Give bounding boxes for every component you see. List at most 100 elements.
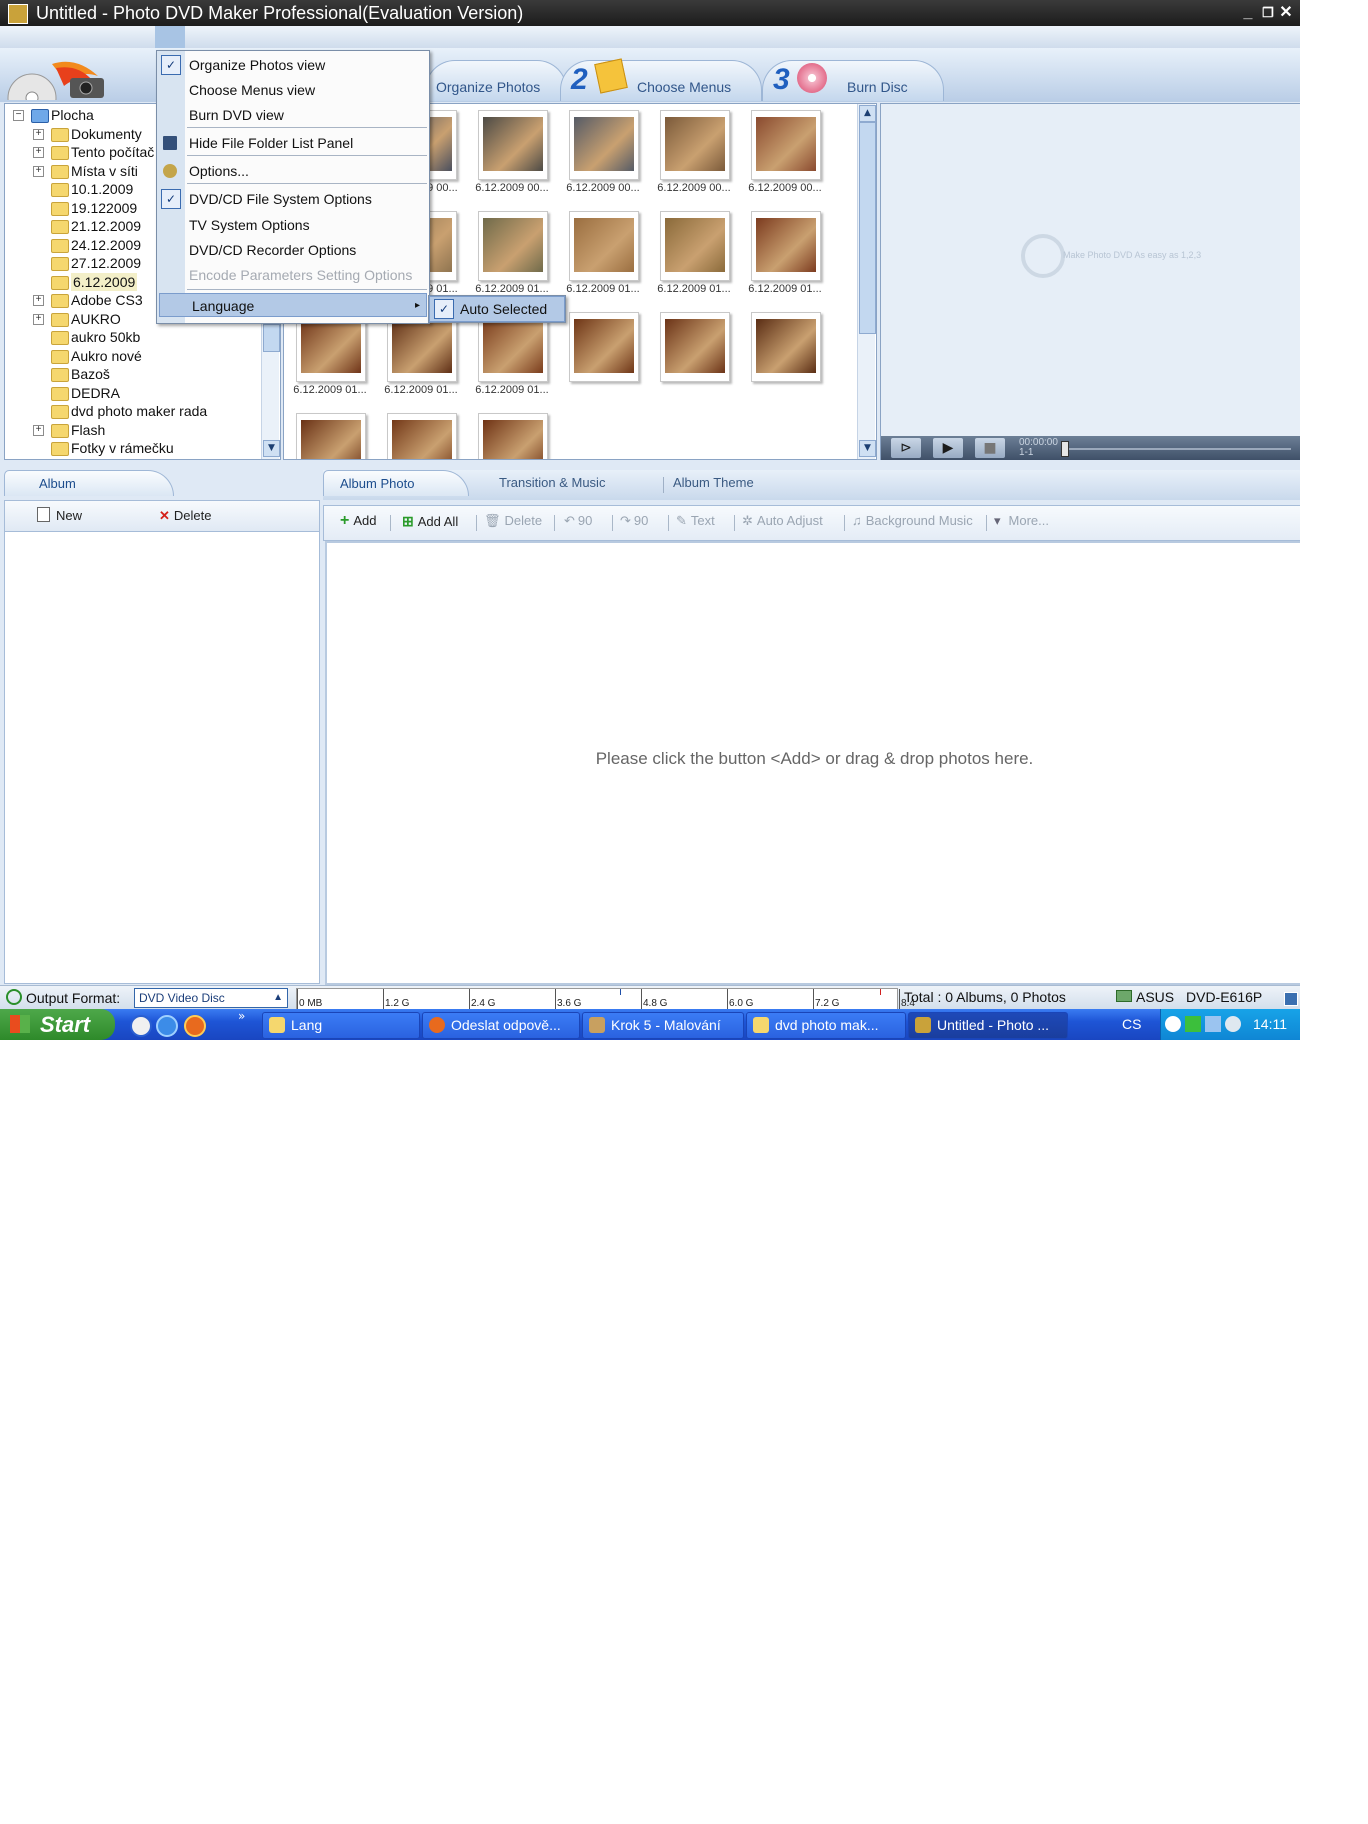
seek-knob[interactable] <box>1061 441 1069 457</box>
rotate-right-button[interactable]: ↷ 90 <box>620 506 648 536</box>
photo-thumbnail[interactable]: 6.12.2009 01... <box>652 207 736 303</box>
step-organize-photos[interactable]: Organize Photos <box>425 60 567 101</box>
step-burn-disc[interactable]: 3 Burn Disc <box>762 60 944 101</box>
tree-node[interactable]: DEDRA <box>5 384 257 402</box>
output-format-select[interactable]: DVD Video Disc ▲ <box>134 988 288 1008</box>
task-photo-dvd-maker[interactable]: Untitled - Photo ... <box>908 1012 1068 1039</box>
tab-album-theme[interactable]: Album Theme <box>673 470 754 496</box>
tab-album[interactable]: Album <box>4 470 174 496</box>
menu-item-tv-system-options[interactable]: TV System Options <box>157 213 429 237</box>
photo-thumbnail[interactable] <box>288 409 372 459</box>
menu-item-language[interactable]: Language ▸ <box>159 293 427 317</box>
tray-arrow-icon[interactable] <box>1165 1016 1181 1032</box>
album-delete-button[interactable]: ✕ Delete <box>159 501 211 531</box>
tray-shield-icon[interactable] <box>1185 1016 1201 1032</box>
chevron-down-icon: ▾ <box>994 513 1001 528</box>
thumbs-scrollbar[interactable]: ▲ ▼ <box>857 104 876 459</box>
tree-node[interactable]: Bazoš <box>5 365 257 383</box>
album-new-button[interactable]: New <box>37 501 82 531</box>
background-music-button[interactable]: ♫ Background Music <box>852 506 973 536</box>
tree-node[interactable]: dvd photo maker rada <box>5 402 257 420</box>
photo-thumbnail[interactable]: 6.12.2009 00... <box>652 106 736 202</box>
menu-item-choose-menus-view[interactable]: Choose Menus view <box>157 78 429 102</box>
photo-thumbnail[interactable] <box>379 409 463 459</box>
photo-drop-zone[interactable]: Please click the button <Add> or drag & … <box>325 541 1300 985</box>
dropdown-arrow-icon: ▲ <box>273 992 283 1003</box>
quicklaunch-media-icon[interactable] <box>130 1015 152 1037</box>
menu-item-dvd-cd-file-system-options[interactable]: ✓ DVD/CD File System Options <box>157 187 429 211</box>
play-from-start-icon[interactable]: ⊳ <box>891 438 921 458</box>
music-note-icon: ♫ <box>852 513 862 528</box>
add-all-button[interactable]: ⊞ Add All <box>402 506 458 536</box>
expand-toggle-icon[interactable]: + <box>33 165 44 177</box>
task-dvd-folder[interactable]: dvd photo mak... <box>746 1012 906 1039</box>
photo-thumbnail[interactable]: 6.12.2009 00... <box>561 106 645 202</box>
photo-thumbnail[interactable] <box>561 308 645 404</box>
expand-toggle-icon[interactable]: + <box>33 295 44 306</box>
scroll-down-icon[interactable]: ▼ <box>263 440 280 457</box>
photo-thumbnail[interactable] <box>470 409 554 459</box>
photo-thumbnail[interactable]: 6.12.2009 01... <box>561 207 645 303</box>
folder-icon <box>51 275 69 290</box>
menu-item-organize-photos-view[interactable]: ✓ Organize Photos view <box>157 53 429 77</box>
rotate-left-button[interactable]: ↶ 90 <box>564 506 592 536</box>
step-choose-menus[interactable]: 2 Choose Menus <box>560 58 762 101</box>
quicklaunch-firefox-icon[interactable] <box>184 1015 206 1037</box>
scroll-thumb[interactable] <box>263 324 280 352</box>
more-button[interactable]: ▾ More... <box>994 506 1049 536</box>
menu-item-burn-dvd-view[interactable]: Burn DVD view <box>157 103 429 127</box>
tab-transition-music[interactable]: Transition & Music <box>499 470 605 496</box>
tree-node[interactable]: aukro 50kb <box>5 328 257 346</box>
menu-item-auto-selected[interactable]: ✓ Auto Selected <box>429 296 565 322</box>
menu-item-hide-file-folder-list-panel[interactable]: Hide File Folder List Panel <box>157 131 429 155</box>
photo-thumbnail[interactable]: 6.12.2009 01... <box>743 207 827 303</box>
quicklaunch-expand-icon[interactable]: » <box>238 1009 245 1023</box>
tree-node[interactable]: + Flash <box>5 421 257 439</box>
restore-icon[interactable]: ❐ <box>1258 3 1278 23</box>
text-button[interactable]: ✎ Text <box>676 506 715 536</box>
scroll-thumb[interactable] <box>859 122 876 334</box>
quicklaunch-ie-icon[interactable] <box>156 1015 178 1037</box>
tree-node[interactable]: Fotky v rámečku <box>5 439 257 457</box>
expand-toggle-icon[interactable]: + <box>33 147 44 158</box>
play-icon[interactable]: ▶ <box>933 438 963 458</box>
menu-item-dvd-cd-recorder-options[interactable]: DVD/CD Recorder Options <box>157 238 429 262</box>
task-odeslat[interactable]: Odeslat odpově... <box>422 1012 580 1039</box>
tree-node[interactable]: Aukro nové <box>5 347 257 365</box>
seek-track[interactable] <box>1061 448 1291 450</box>
photo-thumbnail[interactable]: 6.12.2009 00... <box>743 106 827 202</box>
album-list[interactable] <box>4 531 320 984</box>
start-button[interactable]: Start <box>0 1009 115 1040</box>
expand-toggle-icon[interactable]: + <box>33 424 44 436</box>
add-button[interactable]: + Add <box>340 506 376 536</box>
thumbnail-image <box>483 420 543 459</box>
menu-item-options[interactable]: Options... <box>157 159 429 183</box>
folder-icon <box>51 201 69 216</box>
delete-photo-button[interactable]: 🗑 Delete <box>484 506 542 536</box>
expand-toggle-icon[interactable]: + <box>33 128 44 140</box>
menu-view-highlight[interactable] <box>155 26 185 48</box>
minimize-icon[interactable]: _ <box>1238 3 1258 23</box>
menu-item-label: TV System Options <box>189 217 310 233</box>
photo-thumbnail[interactable]: 6.12.2009 01... <box>470 207 554 303</box>
close-icon[interactable]: ✕ <box>1276 3 1296 23</box>
photo-thumbnail[interactable]: 6.12.2009 00... <box>470 106 554 202</box>
tray-sound-icon[interactable] <box>1225 1016 1241 1032</box>
task-lang[interactable]: Lang <box>262 1012 420 1039</box>
photo-thumbnail[interactable] <box>743 308 827 404</box>
toolbar-separator <box>476 515 477 531</box>
expand-toggle-icon[interactable]: − <box>13 110 24 121</box>
expand-toggle-icon[interactable]: + <box>33 313 44 325</box>
toolbar-separator <box>734 515 735 531</box>
resize-grip-icon[interactable] <box>1284 992 1298 1006</box>
scroll-up-icon[interactable]: ▲ <box>859 105 876 122</box>
tab-album-photo[interactable]: Album Photo <box>323 470 469 496</box>
task-malovani[interactable]: Krok 5 - Malování <box>582 1012 744 1039</box>
language-indicator[interactable]: CS <box>1122 1009 1141 1040</box>
menu-item-encode-parameters-setting-options[interactable]: Encode Parameters Setting Options <box>157 263 429 287</box>
scroll-down-icon[interactable]: ▼ <box>859 440 876 457</box>
photo-thumbnail[interactable] <box>652 308 736 404</box>
auto-adjust-button[interactable]: ✲ Auto Adjust <box>742 506 823 536</box>
tray-network-icon[interactable] <box>1205 1016 1221 1032</box>
stop-icon[interactable]: ■ <box>975 438 1005 458</box>
